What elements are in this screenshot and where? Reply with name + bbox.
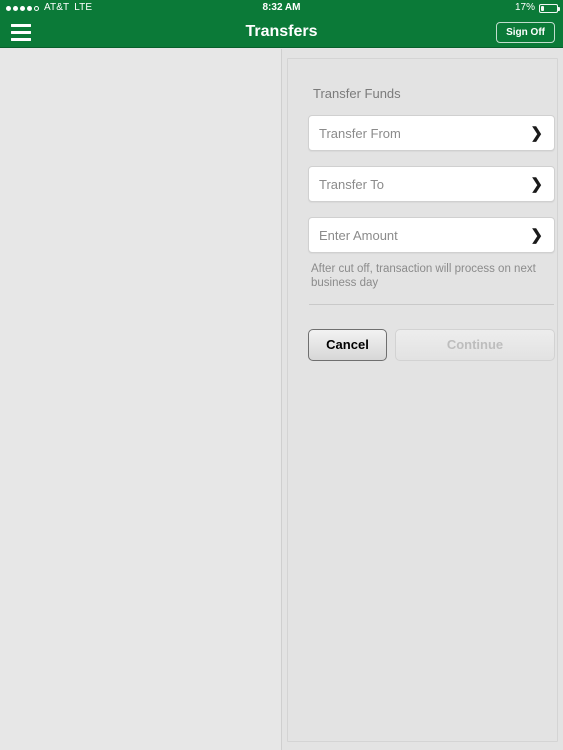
battery-percent-label: 17% <box>514 2 535 13</box>
app-root: AT&T LTE 8:32 AM 17% Transfers Sign Off … <box>0 0 563 750</box>
transfer-from-label: Transfer From <box>319 126 401 141</box>
enter-amount-label: Enter Amount <box>319 228 398 243</box>
chevron-right-icon: ❯ <box>530 125 543 142</box>
status-bar: AT&T LTE 8:32 AM 17% <box>0 0 563 16</box>
form-actions: Cancel Continue <box>308 329 555 361</box>
section-title: Transfer Funds <box>313 86 401 101</box>
transfer-from-field[interactable]: Transfer From ❯ <box>308 115 555 151</box>
enter-amount-field[interactable]: Enter Amount ❯ <box>308 217 555 253</box>
transfer-funds-panel: Transfer Funds Transfer From ❯ Transfer … <box>287 58 558 742</box>
sign-off-button[interactable]: Sign Off <box>496 22 555 43</box>
master-pane-empty <box>0 49 281 750</box>
cutoff-helper-text: After cut off, transaction will process … <box>311 263 536 289</box>
transfer-to-label: Transfer To <box>319 177 385 192</box>
continue-button: Continue <box>395 329 555 361</box>
page-title: Transfers <box>245 23 318 40</box>
status-bar-right: 17% <box>514 0 560 16</box>
chevron-right-icon: ❯ <box>530 176 543 193</box>
cancel-button[interactable]: Cancel <box>308 329 387 361</box>
chevron-right-icon: ❯ <box>530 227 543 244</box>
battery-fill <box>541 5 544 11</box>
transfer-to-field[interactable]: Transfer To ❯ <box>308 166 555 202</box>
navigation-bar: Transfers Sign Off <box>0 16 563 48</box>
status-bar-clock: 8:32 AM <box>262 2 301 13</box>
battery-icon <box>539 3 560 13</box>
detail-pane: Transfer Funds Transfer From ❯ Transfer … <box>281 49 563 750</box>
section-divider <box>309 304 554 305</box>
